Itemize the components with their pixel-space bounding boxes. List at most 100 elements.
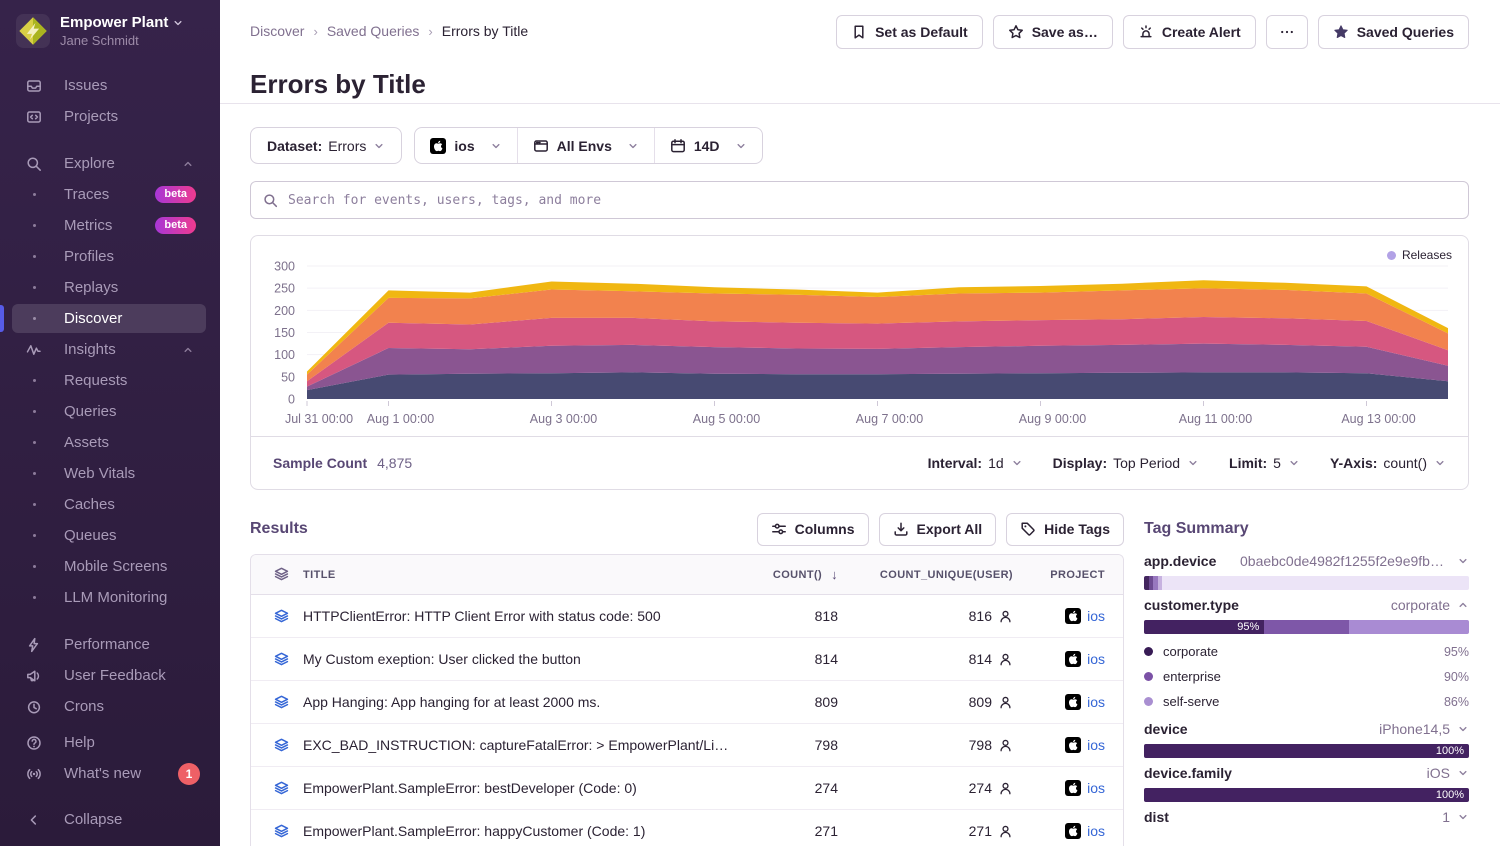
sidebar-item-performance[interactable]: Performance	[0, 629, 220, 660]
create-alert-button[interactable]: Create Alert	[1123, 15, 1256, 49]
dataset-selector[interactable]: Dataset: Errors	[250, 127, 402, 164]
date-range-filter[interactable]: 14D	[654, 128, 762, 163]
error-title[interactable]: HTTPClientError: HTTP Client Error with …	[303, 608, 743, 624]
project-link[interactable]: ios	[1087, 823, 1105, 839]
tag-breakdown-row[interactable]: corporate95%	[1144, 639, 1469, 664]
sidebar-item-mobile-screens[interactable]: Mobile Screens	[0, 551, 220, 582]
sidebar-item-replays[interactable]: Replays	[0, 272, 220, 303]
columns-button[interactable]: Columns	[757, 513, 869, 546]
filter-value: All Envs	[557, 138, 612, 154]
search-bar[interactable]	[250, 181, 1469, 219]
hide-tags-button[interactable]: Hide Tags	[1006, 513, 1124, 546]
sidebar-item-explore[interactable]: Explore	[0, 148, 220, 179]
svg-text:200: 200	[274, 304, 295, 318]
sidebar-item-caches[interactable]: Caches	[0, 489, 220, 520]
layers-icon[interactable]	[273, 823, 303, 840]
svg-text:Aug 9 00:00: Aug 9 00:00	[1019, 412, 1086, 426]
tag-key-row[interactable]: device.familyiOS	[1144, 765, 1469, 781]
project-link[interactable]: ios	[1087, 780, 1105, 796]
tag-distribution-bar[interactable]: 95%	[1144, 620, 1469, 634]
breadcrumb-saved-queries[interactable]: Saved Queries	[327, 23, 420, 39]
chart-legend[interactable]: Releases	[1387, 248, 1452, 262]
sidebar-item-user-feedback[interactable]: User Feedback	[0, 660, 220, 691]
saved-queries-button[interactable]: Saved Queries	[1318, 15, 1469, 49]
column-count[interactable]: COUNT()↓	[743, 567, 838, 582]
set-as-default-button[interactable]: Set as Default	[836, 15, 983, 49]
error-title[interactable]: App Hanging: App hanging for at least 20…	[303, 694, 743, 710]
tag-breakdown-row[interactable]: enterprise90%	[1144, 664, 1469, 689]
sidebar-item-queries[interactable]: Queries	[0, 396, 220, 427]
star-icon	[1008, 24, 1024, 40]
table-row[interactable]: HTTPClientError: HTTP Client Error with …	[251, 595, 1123, 638]
sidebar-item-requests[interactable]: Requests	[0, 365, 220, 396]
sidebar-item-traces[interactable]: Tracesbeta	[0, 179, 220, 210]
interval-selector[interactable]: Interval:1d	[928, 455, 1023, 471]
tag-distribution-bar[interactable]: 100%	[1144, 744, 1469, 758]
sidebar-item-help[interactable]: Help	[0, 727, 220, 758]
tag-key-row[interactable]: deviceiPhone14,5	[1144, 721, 1469, 737]
breadcrumb-discover[interactable]: Discover	[250, 23, 304, 39]
sidebar-item-metrics[interactable]: Metricsbeta	[0, 210, 220, 241]
error-title[interactable]: EmpowerPlant.SampleError: happyCustomer …	[303, 823, 743, 839]
sidebar-item-projects[interactable]: Projects	[0, 101, 220, 132]
more-options-button[interactable]	[1266, 15, 1308, 49]
svg-text:300: 300	[274, 260, 295, 274]
error-title[interactable]: EXC_BAD_INSTRUCTION: captureFatalError: …	[303, 737, 743, 753]
tag-breakdown-row[interactable]: self-serve86%	[1144, 689, 1469, 714]
layers-icon[interactable]	[273, 737, 303, 754]
table-row[interactable]: EXC_BAD_INSTRUCTION: captureFatalError: …	[251, 724, 1123, 767]
sidebar-item-insights[interactable]: Insights	[0, 334, 220, 365]
limit-selector[interactable]: Limit:5	[1229, 455, 1300, 471]
layers-icon[interactable]	[273, 608, 303, 625]
table-row[interactable]: EmpowerPlant.SampleError: bestDeveloper …	[251, 767, 1123, 810]
sidebar-item-llm-monitoring[interactable]: LLM Monitoring	[0, 582, 220, 613]
display-selector[interactable]: Display:Top Period	[1053, 455, 1199, 471]
column-project[interactable]: PROJECT	[1013, 569, 1105, 581]
layers-icon[interactable]	[273, 694, 303, 711]
table-row[interactable]: EmpowerPlant.SampleError: happyCustomer …	[251, 810, 1123, 846]
table-row[interactable]: App Hanging: App hanging for at least 20…	[251, 681, 1123, 724]
layers-icon[interactable]	[273, 651, 303, 668]
project-link[interactable]: ios	[1087, 694, 1105, 710]
tag-summary-title: Tag Summary	[1144, 512, 1469, 546]
error-title[interactable]: EmpowerPlant.SampleError: bestDeveloper …	[303, 780, 743, 796]
org-switcher[interactable]: Empower Plant Jane Schmidt	[0, 0, 220, 48]
person-icon	[998, 824, 1013, 839]
button-label: Hide Tags	[1044, 521, 1110, 537]
table-row[interactable]: My Custom exeption: User clicked the but…	[251, 638, 1123, 681]
sidebar-item-issues[interactable]: Issues	[0, 70, 220, 101]
sample-count-value: 4,875	[377, 455, 412, 471]
project-filter[interactable]: ios	[415, 128, 516, 163]
column-title[interactable]: TITLE	[303, 569, 743, 581]
sidebar-item-discover[interactable]: Discover	[0, 303, 220, 334]
sidebar-item-label: Replays	[64, 279, 118, 296]
tag-distribution-bar[interactable]	[1144, 576, 1469, 590]
layers-icon[interactable]	[273, 780, 303, 797]
save-as-button[interactable]: Save as…	[993, 15, 1113, 49]
y-axis-selector[interactable]: Y-Axis:count()	[1330, 455, 1446, 471]
column-count-unique[interactable]: COUNT_UNIQUE(USER)	[838, 569, 1013, 581]
count-value: 818	[743, 608, 838, 624]
sidebar-item-label: Mobile Screens	[64, 558, 167, 575]
sidebar-item-profiles[interactable]: Profiles	[0, 241, 220, 272]
stacked-area-chart[interactable]: 050100150200250300Jul 31 00:00Aug 1 00:0…	[251, 236, 1468, 438]
sidebar-item-web-vitals[interactable]: Web Vitals	[0, 458, 220, 489]
sidebar-item-assets[interactable]: Assets	[0, 427, 220, 458]
sidebar-item-what-s-new[interactable]: What's new1	[0, 758, 220, 789]
project-link[interactable]: ios	[1087, 737, 1105, 753]
project-link[interactable]: ios	[1087, 651, 1105, 667]
person-icon	[998, 695, 1013, 710]
tag-key-row[interactable]: app.device0baebc0de4982f1255f2e9e9fb7…	[1144, 553, 1469, 569]
environment-filter[interactable]: All Envs	[517, 128, 654, 163]
tag-key-row[interactable]: customer.typecorporate	[1144, 597, 1469, 613]
project-link[interactable]: ios	[1087, 608, 1105, 624]
window-icon	[533, 138, 549, 154]
tag-distribution-bar[interactable]: 100%	[1144, 788, 1469, 802]
tag-key-row[interactable]: dist1	[1144, 809, 1469, 825]
collapse-button[interactable]: Collapse	[0, 804, 220, 835]
sidebar-item-crons[interactable]: Crons	[0, 691, 220, 722]
error-title[interactable]: My Custom exeption: User clicked the but…	[303, 651, 743, 667]
export-all-button[interactable]: Export All	[879, 513, 997, 546]
search-input[interactable]	[286, 192, 1456, 209]
sidebar-item-queues[interactable]: Queues	[0, 520, 220, 551]
